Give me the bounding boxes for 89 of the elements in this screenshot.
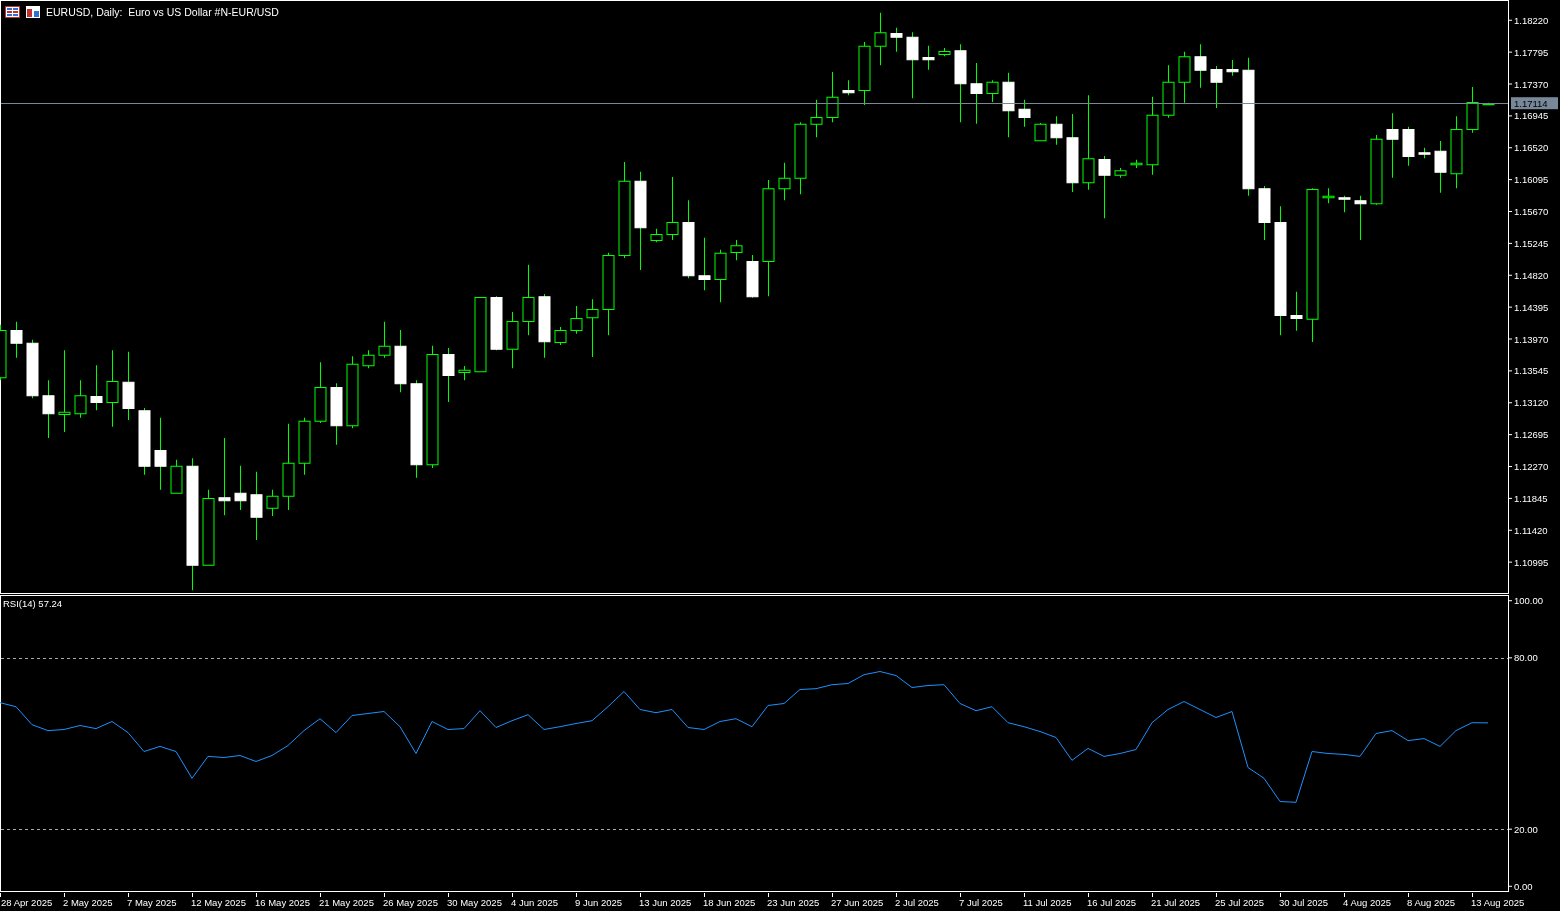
- candlestick: [906, 31, 919, 99]
- price-axis-label: 1.14820: [1514, 269, 1549, 281]
- date-axis-label: 7 May 2025: [127, 897, 177, 908]
- date-axis-label: 25 Jul 2025: [1215, 897, 1265, 908]
- rsi-label: RSI(14) 57.24: [3, 598, 63, 609]
- candlestick: [154, 417, 167, 491]
- candlestick: [442, 347, 455, 403]
- date-axis-label: 13 Jun 2025: [639, 897, 692, 908]
- price-axis-label: 1.17370: [1514, 78, 1549, 90]
- candlestick: [986, 79, 999, 103]
- candlestick: [266, 489, 279, 517]
- price-axis-label: 1.17795: [1514, 46, 1549, 58]
- date-axis-label: 2 Jul 2025: [895, 897, 939, 908]
- candlestick: [378, 321, 391, 359]
- date-axis-label: 18 Jun 2025: [703, 897, 756, 908]
- date-axis-label: 9 Jun 2025: [575, 897, 622, 908]
- candlestick: [778, 162, 791, 201]
- candlestick: [570, 305, 583, 335]
- date-axis-label: 4 Aug 2025: [1343, 897, 1392, 908]
- price-axis-label: 1.13545: [1514, 365, 1549, 377]
- candlestick: [586, 298, 599, 358]
- date-axis-label: 7 Jul 2025: [959, 897, 1003, 908]
- rsi-axis-label: 80.00: [1514, 652, 1538, 664]
- date-axis-label: 8 Aug 2025: [1407, 897, 1456, 908]
- price-axis-label: 1.10995: [1514, 556, 1549, 568]
- candlestick: [1018, 99, 1031, 128]
- price-axis-label: 1.16945: [1514, 110, 1549, 122]
- date-axis-label: 12 May 2025: [191, 897, 246, 908]
- candlestick: [1050, 115, 1063, 146]
- date-axis-label: 23 Jun 2025: [767, 897, 820, 908]
- candlestick: [250, 471, 263, 541]
- candlestick: [922, 45, 935, 71]
- candlestick: [522, 264, 535, 336]
- date-axis-label: 21 May 2025: [319, 897, 374, 908]
- candlestick: [698, 237, 711, 291]
- candlestick: [106, 349, 119, 428]
- price-axis-label: 1.13970: [1514, 333, 1549, 345]
- date-axis-label: 26 May 2025: [383, 897, 438, 908]
- price-axis-label: 1.15245: [1514, 237, 1549, 249]
- candlestick: [1434, 140, 1447, 194]
- date-axis-label: 2 May 2025: [63, 897, 113, 908]
- candlestick: [234, 465, 247, 511]
- date-axis-label: 30 May 2025: [447, 897, 502, 908]
- date-axis-label: 11 Jul 2025: [1023, 897, 1072, 908]
- candlestick: [666, 176, 679, 241]
- price-axis-label: 1.11845: [1514, 492, 1548, 504]
- candlestick: [42, 379, 55, 439]
- price-axis-label: 1.16095: [1514, 174, 1549, 186]
- price-axis-label: 1.14395: [1514, 301, 1549, 313]
- price-axis-label: 1.12695: [1514, 429, 1549, 441]
- date-axis-label: 27 Jun 2025: [831, 897, 884, 908]
- date-axis-label: 28 Apr 2025: [1, 897, 53, 908]
- candlestick: [74, 379, 87, 419]
- candlestick: [90, 364, 103, 411]
- date-axis-label: 21 Jul 2025: [1151, 897, 1201, 908]
- candlestick: [1082, 94, 1095, 191]
- date-axis-label: 16 Jul 2025: [1087, 897, 1137, 908]
- candlestick: [1290, 291, 1303, 332]
- candlestick: [810, 99, 823, 138]
- candlestick: [10, 321, 23, 359]
- candlestick: [1354, 195, 1367, 241]
- current-price-label: 1.17114: [1511, 97, 1558, 110]
- price-axis-label: 1.18220: [1514, 14, 1549, 26]
- price-axis-label: 1.11420: [1514, 524, 1548, 536]
- candlestick: [58, 349, 71, 433]
- price-axis-label: 1.16520: [1514, 142, 1549, 154]
- candlestick: [1194, 43, 1207, 89]
- candlestick: [826, 71, 839, 123]
- candlestick: [970, 62, 983, 125]
- price-axis-label: 1.13120: [1514, 397, 1549, 409]
- date-axis-label: 30 Jul 2025: [1279, 897, 1329, 908]
- chart-title: EURUSD, Daily: Euro vs US Dollar #N-EUR/USD: [46, 6, 279, 18]
- rsi-axis-label: 100.00: [1514, 595, 1544, 607]
- candlestick: [874, 12, 887, 66]
- date-axis-label: 4 Jun 2025: [511, 897, 558, 908]
- price-axis-label: 1.12270: [1514, 461, 1549, 472]
- date-axis-label: 16 May 2025: [255, 897, 310, 908]
- grid-icon: [5, 6, 20, 18]
- candlestick: [1210, 65, 1223, 109]
- candlestick: [730, 239, 743, 261]
- rsi-axis-label: 20.00: [1514, 823, 1538, 835]
- price-axis-label: 1.15670: [1514, 206, 1549, 217]
- candlestick: [890, 27, 903, 53]
- date-axis-label: 13 Aug 2025: [1471, 897, 1525, 908]
- candlestick: [218, 437, 231, 516]
- candlestick: [1386, 112, 1399, 179]
- chart-icon: [26, 6, 40, 18]
- candlestick: [1098, 155, 1111, 219]
- rsi-axis-label: 0.00: [1514, 880, 1533, 892]
